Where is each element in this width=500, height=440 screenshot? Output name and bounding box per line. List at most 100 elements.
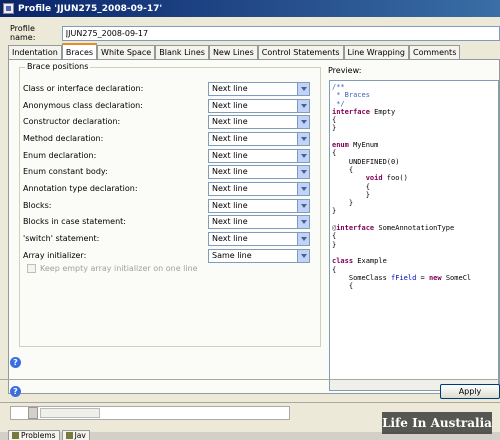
option-row-annotation-type: Annotation type declaration: Next line xyxy=(23,181,319,196)
code-line: @interface SomeAnnotationType xyxy=(332,224,455,233)
tab-control-statements[interactable]: Control Statements xyxy=(257,45,344,59)
select-value: Next line xyxy=(212,167,248,176)
method-brace-select[interactable]: Next line xyxy=(208,131,310,146)
class-interface-brace-select[interactable]: Next line xyxy=(208,81,310,96)
option-label: 'switch' statement: xyxy=(23,234,100,243)
dropdown-arrow-icon[interactable] xyxy=(297,132,309,145)
view-tab-javadoc[interactable]: Jav xyxy=(61,430,90,440)
profile-name-row: Profile name: xyxy=(10,24,500,42)
constructor-brace-select[interactable]: Next line xyxy=(208,114,310,129)
code-line: { xyxy=(332,165,354,174)
code-line: * Braces xyxy=(332,91,370,100)
code-line: } xyxy=(332,240,337,249)
code-line: } xyxy=(332,199,354,208)
code-line: { xyxy=(332,116,337,125)
option-label: Method declaration: xyxy=(23,134,104,143)
problems-icon xyxy=(12,432,19,439)
code-line: /** xyxy=(332,83,345,91)
option-label: Class or interface declaration: xyxy=(23,84,144,93)
scroll-thumb[interactable] xyxy=(40,408,100,418)
select-value: Next line xyxy=(212,234,248,243)
brace-positions-group: Brace positions Class or interface decla… xyxy=(19,62,321,347)
enum-brace-select[interactable]: Next line xyxy=(208,148,310,163)
code-line: { xyxy=(332,282,354,291)
blocks-brace-select[interactable]: Next line xyxy=(208,198,310,213)
dropdown-arrow-icon[interactable] xyxy=(297,115,309,128)
profile-name-input[interactable] xyxy=(61,25,500,41)
code-preview[interactable]: /** * Braces */interface Empty{} enum My… xyxy=(329,80,499,391)
anonymous-class-brace-select[interactable]: Next line xyxy=(208,98,310,113)
keep-empty-array-row: Keep empty array initializer on one line xyxy=(27,264,198,273)
dropdown-arrow-icon[interactable] xyxy=(297,99,309,112)
preview-label: Preview: xyxy=(328,66,362,75)
select-value: Same line xyxy=(212,251,252,260)
dropdown-arrow-icon[interactable] xyxy=(297,165,309,178)
keep-empty-array-checkbox[interactable] xyxy=(27,264,36,273)
code-line: class Example xyxy=(332,257,387,266)
select-value: Next line xyxy=(212,151,248,160)
code-line: void foo() xyxy=(365,174,408,183)
code-line: { xyxy=(332,182,370,191)
code-line: } xyxy=(332,207,337,216)
tab-line-wrapping[interactable]: Line Wrapping xyxy=(343,45,409,59)
dropdown-arrow-icon[interactable] xyxy=(297,199,309,212)
code-line: } xyxy=(332,124,337,133)
tab-comments[interactable]: Comments xyxy=(409,45,461,59)
braces-tab-panel: Brace positions Class or interface decla… xyxy=(8,59,500,394)
help-icon[interactable]: ? xyxy=(10,357,21,368)
javadoc-icon xyxy=(65,432,73,439)
option-row-blocks: Blocks: Next line xyxy=(23,198,319,213)
keep-empty-array-label: Keep empty array initializer on one line xyxy=(40,264,198,273)
help-icon-footer[interactable]: ? xyxy=(10,386,21,397)
dropdown-arrow-icon[interactable] xyxy=(297,215,309,228)
tab-new-lines[interactable]: New Lines xyxy=(208,45,258,59)
view-tab-label: Jav xyxy=(74,431,86,440)
code-line: { xyxy=(332,232,337,241)
apply-button[interactable]: Apply xyxy=(440,384,500,399)
code-line: */ xyxy=(332,99,345,108)
dropdown-arrow-icon[interactable] xyxy=(297,149,309,162)
dropdown-arrow-icon[interactable] xyxy=(297,232,309,245)
option-label: Constructor declaration: xyxy=(23,117,121,126)
window-title: Profile 'JJUN275_2008-09-17' xyxy=(18,3,163,14)
view-tabs: Problems Jav xyxy=(8,430,92,440)
tab-braces[interactable]: Braces xyxy=(61,43,98,59)
dropdown-arrow-icon[interactable] xyxy=(297,82,309,95)
option-row-constructor: Constructor declaration: Next line xyxy=(23,114,319,129)
select-value: Next line xyxy=(212,101,248,110)
option-row-array-initializer: Array initializer: Same line xyxy=(23,248,319,263)
dropdown-arrow-icon[interactable] xyxy=(297,249,309,262)
profile-name-label: Profile name: xyxy=(10,24,36,42)
scroll-left-icon[interactable] xyxy=(28,407,38,419)
option-row-switch: 'switch' statement: Next line xyxy=(23,231,319,246)
array-initializer-brace-select[interactable]: Same line xyxy=(208,248,310,263)
option-row-method: Method declaration: Next line xyxy=(23,131,319,146)
option-row-enum-constant: Enum constant body: Next line xyxy=(23,164,319,179)
option-label: Blocks: xyxy=(23,201,52,210)
watermark: Life In Australia xyxy=(382,412,492,434)
option-label: Array initializer: xyxy=(23,251,87,260)
code-line: { xyxy=(332,149,337,158)
tab-indentation[interactable]: Indentation xyxy=(8,45,62,59)
tab-blank-lines[interactable]: Blank Lines xyxy=(155,45,209,59)
code-line: SomeClass fField = new SomeCl xyxy=(332,273,472,282)
option-row-enum: Enum declaration: Next line xyxy=(23,148,319,163)
tab-white-space[interactable]: White Space xyxy=(97,45,156,59)
code-line: UNDEFINED(0) xyxy=(332,157,400,166)
option-label: Enum declaration: xyxy=(23,151,97,160)
window-titlebar[interactable]: Profile 'JJUN275_2008-09-17' xyxy=(0,0,500,17)
dropdown-arrow-icon[interactable] xyxy=(297,182,309,195)
blocks-case-brace-select[interactable]: Next line xyxy=(208,214,310,229)
workspace-bottom: Problems Jav Life In Australia xyxy=(0,402,500,440)
option-label: Annotation type declaration: xyxy=(23,184,138,193)
option-row-class-interface: Class or interface declaration: Next lin… xyxy=(23,81,319,96)
eclipse-app-icon xyxy=(3,3,14,14)
annotation-type-brace-select[interactable]: Next line xyxy=(208,181,310,196)
view-tab-problems[interactable]: Problems xyxy=(8,430,60,440)
switch-brace-select[interactable]: Next line xyxy=(208,231,310,246)
enum-constant-brace-select[interactable]: Next line xyxy=(208,164,310,179)
select-value: Next line xyxy=(212,134,248,143)
